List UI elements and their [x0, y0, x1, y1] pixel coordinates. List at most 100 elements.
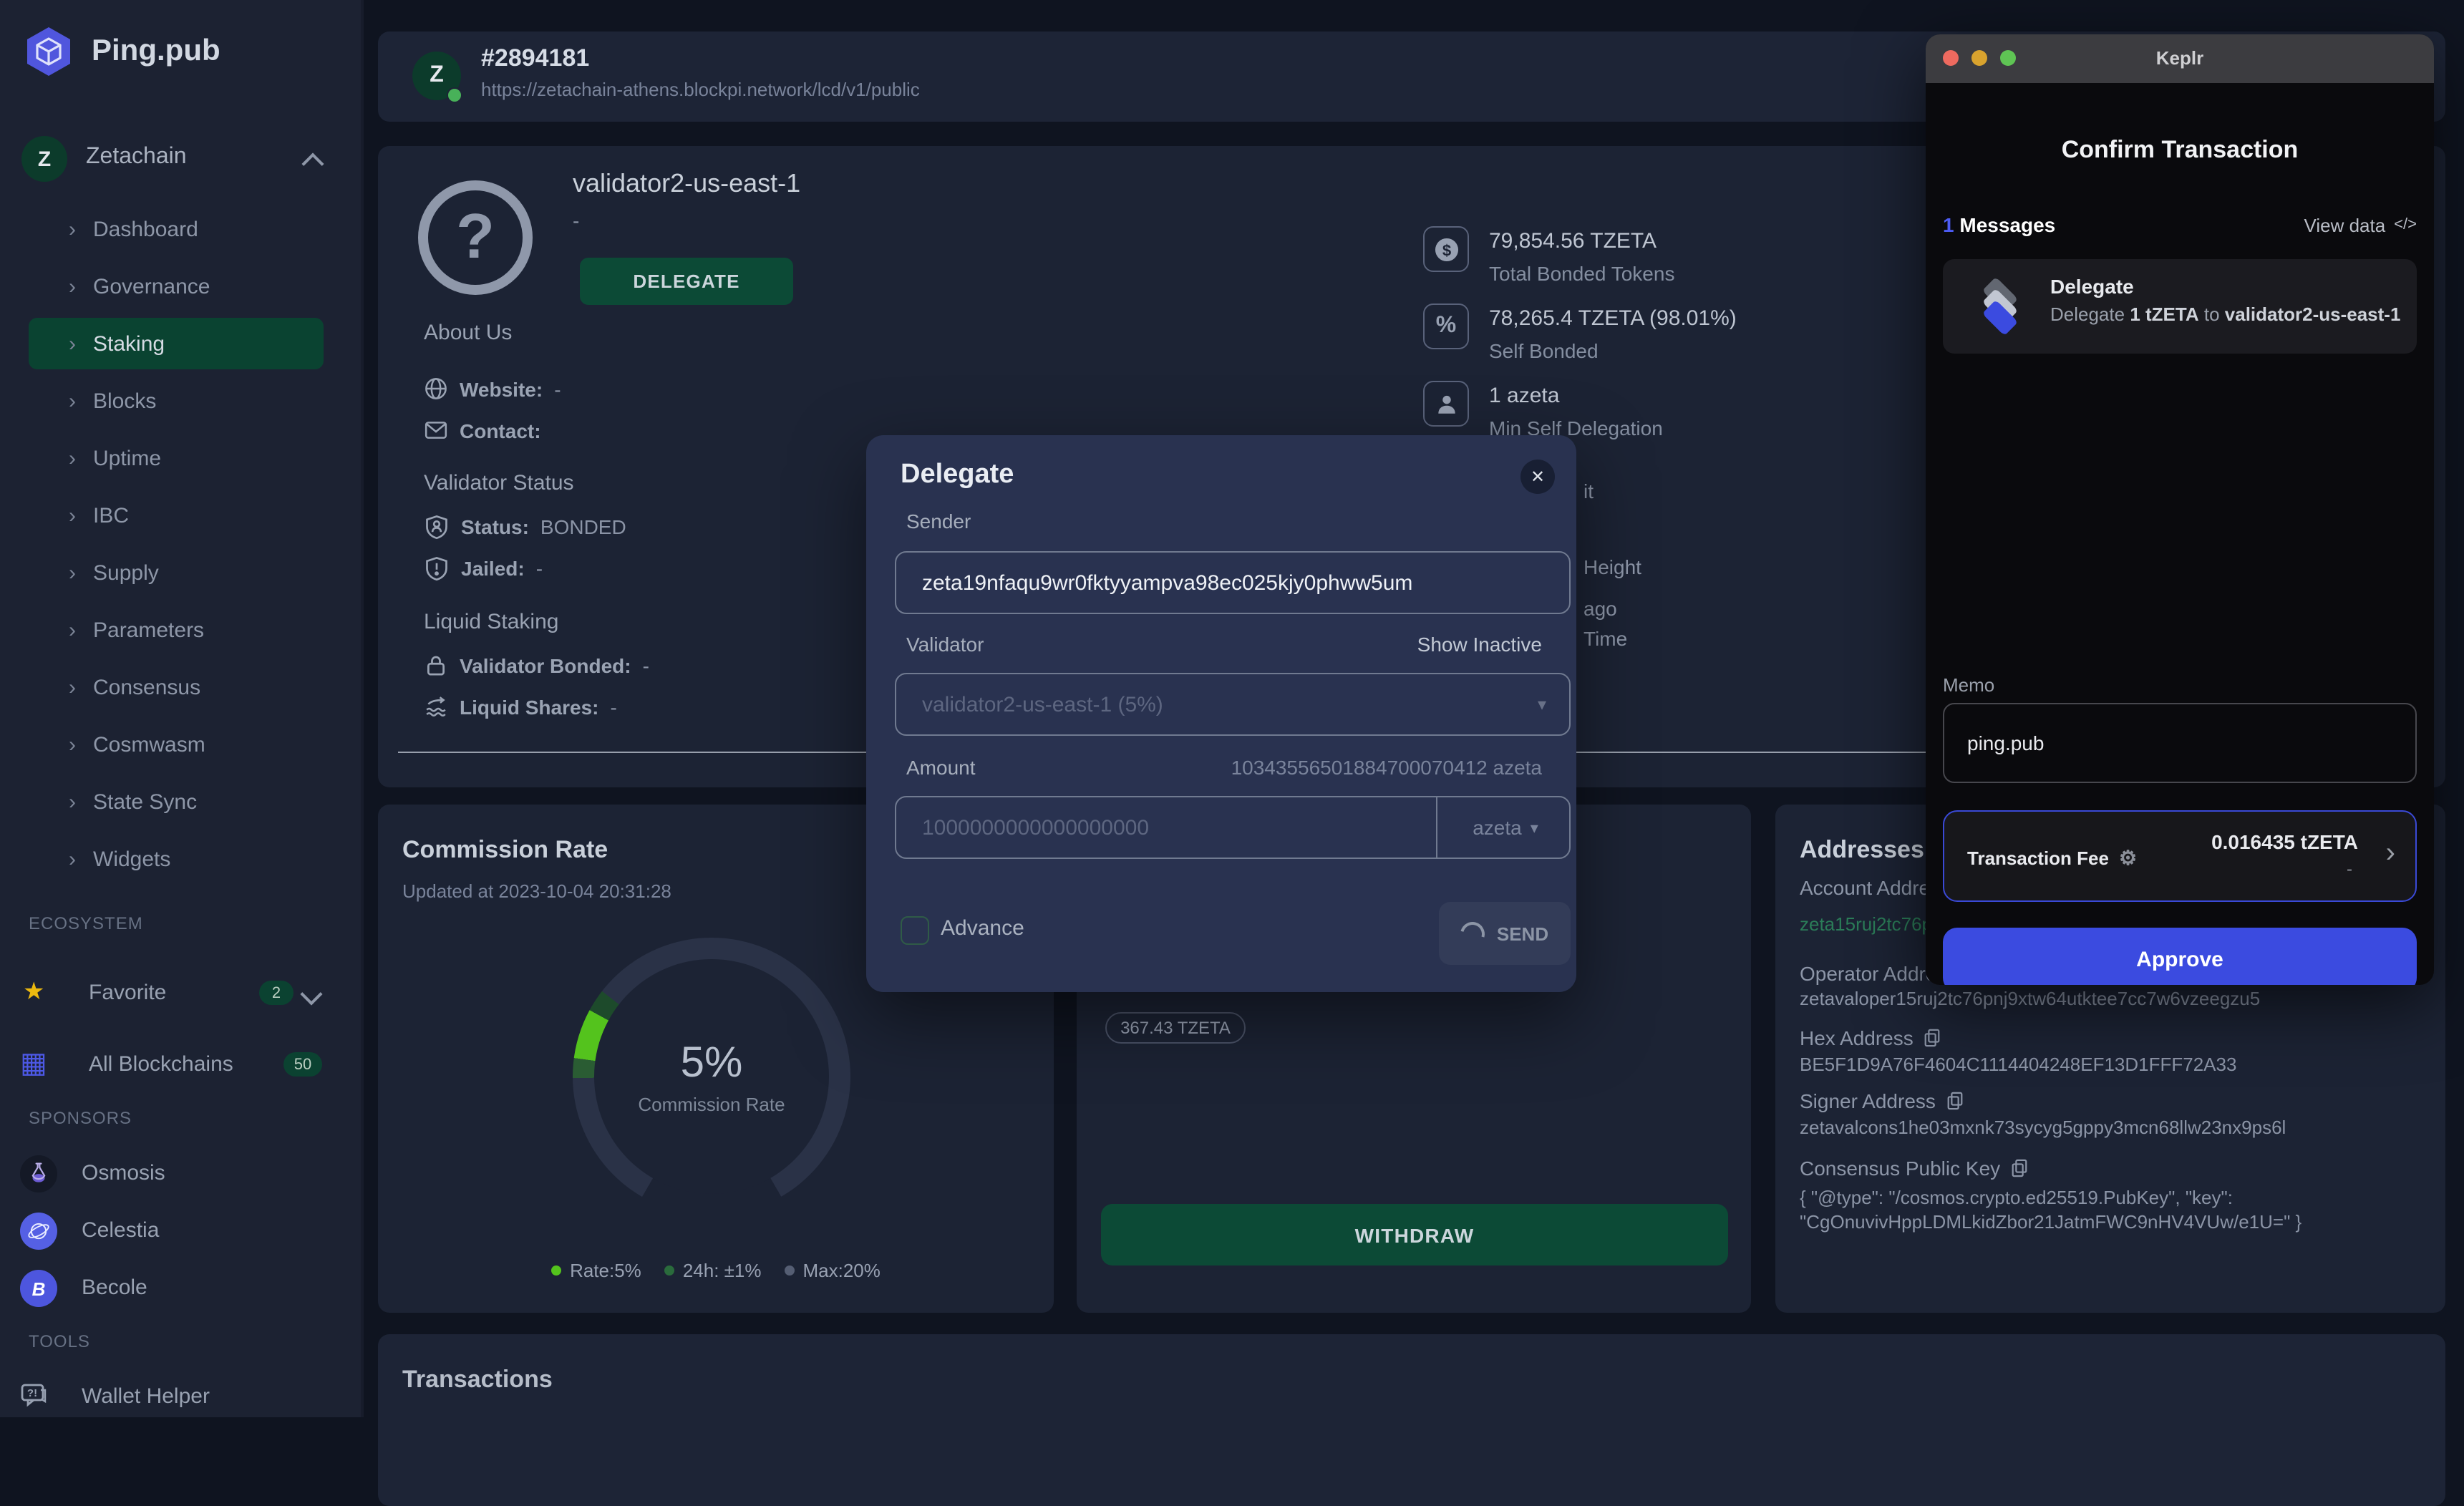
- sidebar-item-uptime[interactable]: ›Uptime: [29, 432, 324, 484]
- sidebar-item-widgets[interactable]: ›Widgets: [29, 833, 324, 885]
- jailed-row: Jailed: -: [424, 555, 543, 581]
- liquid-staking-title: Liquid Staking: [424, 610, 558, 634]
- memo-input[interactable]: ping.pub: [1943, 703, 2417, 783]
- show-inactive-toggle[interactable]: Show Inactive: [1417, 633, 1542, 656]
- validator-label: Validator: [906, 633, 984, 656]
- amount-input[interactable]: 1000000000000000000 azeta ▾: [895, 796, 1571, 859]
- consensus-pubkey-value-line2: "CgOnuvivHppLDMLkidZbor21JatmFWC9nHV4VUw…: [1800, 1210, 2421, 1234]
- bonded-tokens-label: Total Bonded Tokens: [1489, 262, 1674, 285]
- sidebar-item-state-sync[interactable]: ›State Sync: [29, 776, 324, 827]
- zetachain-icon: Z: [21, 136, 67, 182]
- copy-icon[interactable]: [1924, 1028, 1942, 1048]
- sidebar-item-consensus[interactable]: ›Consensus: [29, 661, 324, 713]
- occluded-value-fragment: ago: [1583, 597, 1617, 620]
- favorite-count-badge: 2: [259, 981, 294, 1005]
- legend-dot-max: [785, 1265, 795, 1276]
- advance-label: Advance: [941, 916, 1024, 941]
- rewards-amount-chip: 367.43 TZETA: [1105, 1012, 1246, 1044]
- mail-icon: [424, 418, 448, 442]
- view-data-link[interactable]: View data </>: [2304, 214, 2417, 235]
- sender-input[interactable]: zeta19nfaqu9wr0fktyyampva98ec025kjy0phww…: [895, 551, 1571, 614]
- globe-icon: [424, 376, 448, 401]
- liquid-shares-row: Liquid Shares: -: [424, 694, 617, 719]
- ping-pub-app: Ping.pub Z Zetachain ›Dashboard ›Governa…: [0, 0, 2464, 1417]
- osmosis-icon: [20, 1155, 57, 1192]
- sidebar-item-favorite[interactable]: ★ Favorite 2: [0, 968, 361, 1019]
- chevron-right-icon: ›: [69, 790, 76, 814]
- operator-address-value: zetavaloper15ruj2tc76pnj9xtw64utktee7cc7…: [1800, 986, 2421, 1011]
- fee-label: Transaction Fee ⚙: [1967, 846, 2137, 870]
- chevron-right-icon: ›: [69, 217, 76, 241]
- chevron-right-icon: ›: [69, 560, 76, 585]
- commission-gauge: 5% Commission Rate: [573, 938, 850, 1215]
- sidebar-item-parameters[interactable]: ›Parameters: [29, 604, 324, 656]
- chain-selector[interactable]: Z Zetachain: [0, 132, 361, 186]
- transaction-fee-row[interactable]: Transaction Fee ⚙ 0.016435 tZETA - ›: [1943, 810, 2417, 902]
- sidebar-item-blocks[interactable]: ›Blocks: [29, 375, 324, 427]
- sidebar-item-dashboard[interactable]: ›Dashboard: [29, 203, 324, 255]
- blockchains-count-badge: 50: [283, 1052, 322, 1077]
- code-icon: </>: [2394, 216, 2417, 233]
- grid-icon: ▦: [20, 1046, 47, 1081]
- commission-rate-value: 5%: [681, 1039, 743, 1087]
- about-title: About Us: [424, 321, 512, 345]
- sidebar-item-ibc[interactable]: ›IBC: [29, 490, 324, 541]
- copy-icon[interactable]: [2010, 1158, 2029, 1178]
- sidebar-item-all-blockchains[interactable]: ▦ All Blockchains 50: [0, 1039, 361, 1091]
- chevron-right-icon: ›: [69, 389, 76, 413]
- amount-label: Amount: [906, 756, 976, 779]
- jailed-shield-icon: [424, 555, 450, 581]
- lock-icon: [424, 653, 448, 677]
- denom-select[interactable]: azeta ▾: [1436, 797, 1573, 858]
- svg-text:?!: ?!: [27, 1387, 37, 1399]
- sponsor-item-celestia[interactable]: Celestia: [0, 1205, 361, 1257]
- approve-button[interactable]: Approve: [1943, 928, 2417, 985]
- send-button[interactable]: SEND: [1439, 902, 1571, 965]
- ping-pub-logo-icon: [20, 23, 77, 80]
- star-icon: ★: [23, 978, 45, 1006]
- advance-checkbox[interactable]: [901, 916, 929, 945]
- self-bonded-value: 78,265.4 TZETA (98.01%): [1489, 306, 1737, 331]
- occluded-label-fragment: Height: [1583, 555, 1641, 578]
- messages-count: 1 Messages: [1943, 213, 2055, 236]
- legend-dot-rate: [551, 1265, 561, 1276]
- delegate-button[interactable]: DELEGATE: [580, 258, 793, 305]
- transactions-card: [378, 1334, 2445, 1506]
- copy-icon[interactable]: [1946, 1091, 1964, 1111]
- sponsor-item-becole[interactable]: B Becole: [0, 1263, 361, 1314]
- sidebar-item-supply[interactable]: ›Supply: [29, 547, 324, 598]
- sponsor-item-osmosis[interactable]: Osmosis: [0, 1148, 361, 1200]
- modal-title: Delegate: [901, 460, 1014, 491]
- validator-select[interactable]: validator2-us-east-1 (5%) ▾: [895, 673, 1571, 736]
- signer-address-label: Signer Address: [1800, 1089, 1964, 1112]
- close-icon[interactable]: ✕: [1520, 460, 1555, 494]
- svg-text:$: $: [1442, 241, 1451, 258]
- sidebar-item-cosmwasm[interactable]: ›Cosmwasm: [29, 719, 324, 770]
- brand[interactable]: Ping.pub: [20, 23, 220, 80]
- endpoint-url[interactable]: https://zetachain-athens.blockpi.network…: [481, 79, 920, 100]
- message-title: Delegate: [2050, 275, 2134, 298]
- delegate-modal: Delegate ✕ Sender zeta19nfaqu9wr0fktyyam…: [866, 435, 1576, 992]
- block-height[interactable]: #2894181: [481, 44, 589, 73]
- legend-dot-24h: [664, 1265, 674, 1276]
- sidebar-item-governance[interactable]: ›Governance: [29, 261, 324, 312]
- message-description: Delegate 1 tZETA to validator2-us-east-1: [2050, 303, 2411, 326]
- sidebar-item-staking[interactable]: ›Staking: [29, 318, 324, 369]
- confirm-transaction-title: Confirm Transaction: [1926, 136, 2434, 165]
- bonded-tokens-value: 79,854.56 TZETA: [1489, 229, 1657, 253]
- self-bonded-icon: %: [1423, 303, 1469, 349]
- chevron-right-icon: ›: [69, 331, 76, 356]
- consensus-pubkey-label: Consensus Public Key: [1800, 1157, 2029, 1180]
- validator-bonded-row: Validator Bonded: -: [424, 653, 649, 677]
- min-self-delegation-value: 1 azeta: [1489, 384, 1559, 408]
- withdraw-button[interactable]: WITHDRAW: [1101, 1204, 1728, 1265]
- chevron-right-icon: ›: [69, 274, 76, 298]
- gear-icon[interactable]: ⚙: [2119, 846, 2137, 870]
- keplr-titlebar[interactable]: Keplr: [1926, 34, 2434, 83]
- sender-label: Sender: [906, 510, 971, 533]
- sidebar: Ping.pub Z Zetachain ›Dashboard ›Governa…: [0, 0, 364, 1417]
- commission-rate-label: Commission Rate: [638, 1093, 785, 1114]
- caret-down-icon: ▾: [1538, 694, 1546, 714]
- sidebar-item-wallet-helper[interactable]: ?! Wallet Helper: [0, 1371, 361, 1423]
- website-row: Website: -: [424, 376, 561, 401]
